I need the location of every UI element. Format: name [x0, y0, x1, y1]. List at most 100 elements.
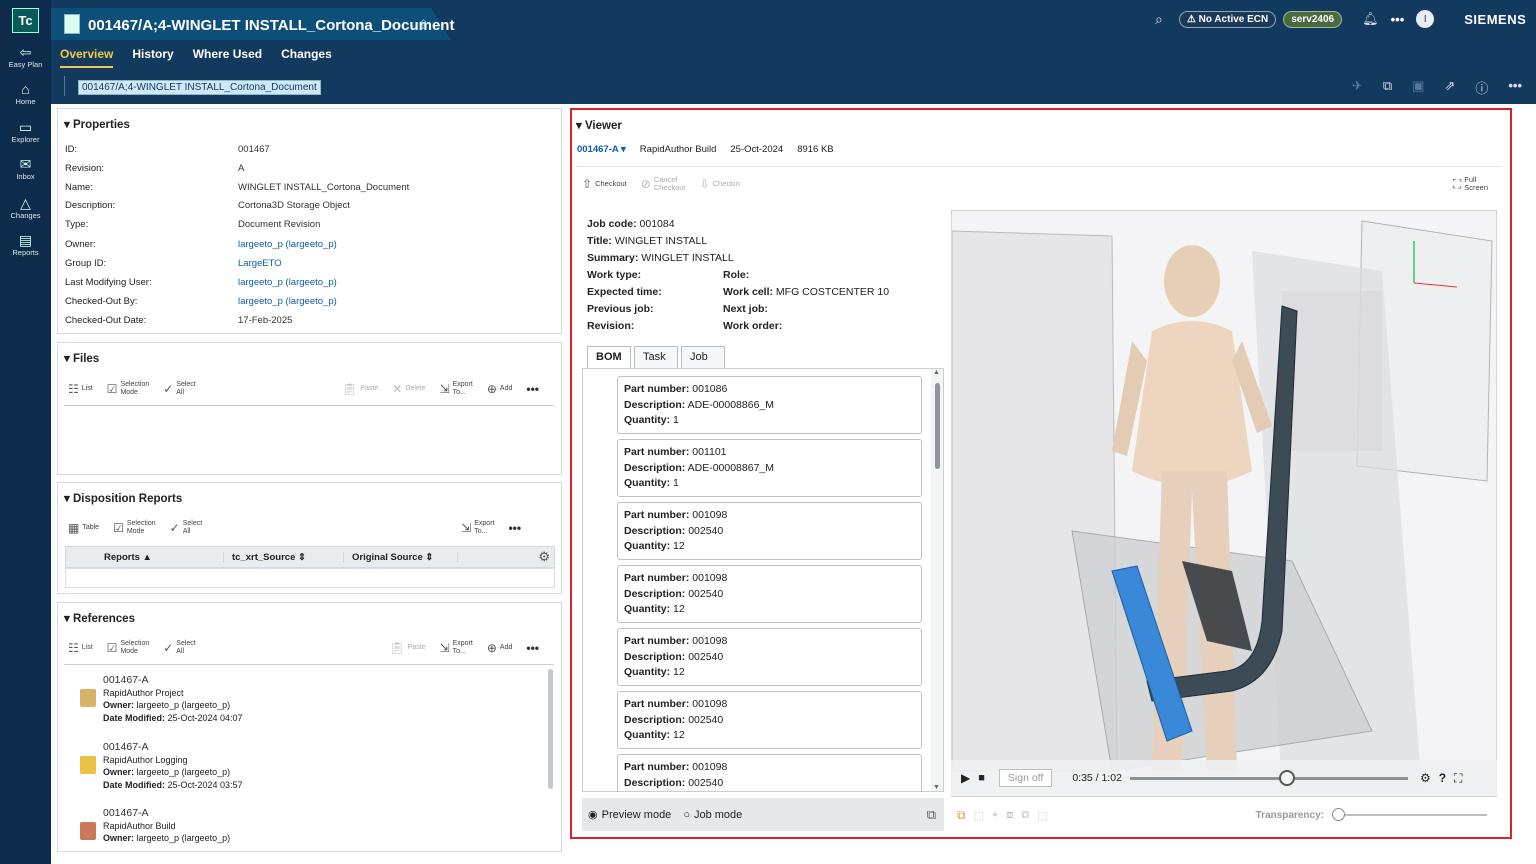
- info-icon[interactable]: ⓘ: [1475, 78, 1488, 97]
- add-button[interactable]: ⊕ Add: [487, 642, 513, 654]
- bom-item[interactable]: Part number: 001098 Description: 002540 Qu…: [617, 565, 922, 623]
- more-icon[interactable]: •••: [1391, 12, 1405, 27]
- export-button[interactable]: ⇲ Export To...: [440, 381, 473, 397]
- search-icon[interactable]: ⌕: [1155, 11, 1163, 28]
- settings-icon[interactable]: ⚙: [1420, 771, 1431, 785]
- slider-handle[interactable]: [1279, 769, 1295, 786]
- bell-icon[interactable]: 🔔︎: [1362, 11, 1379, 27]
- checked-out-by-link[interactable]: largeeto_p (largeeto_p): [238, 296, 337, 307]
- list-item[interactable]: 001467-A RapidAuthor Project Owner: larg…: [103, 674, 243, 724]
- tool-6-icon[interactable]: ⬚: [1037, 809, 1047, 822]
- select-all-button[interactable]: ✓ Select All: [163, 640, 196, 656]
- breadcrumb[interactable]: 001467/A;4-WINGLET INSTALL_Cortona_Docum…: [78, 80, 321, 95]
- tool-2-icon[interactable]: ⬚: [974, 809, 984, 822]
- ecn-badge[interactable]: ⚠ No Active ECN: [1178, 10, 1277, 28]
- stop-icon[interactable]: ■: [978, 772, 985, 784]
- tab-bom[interactable]: BOM: [587, 346, 631, 368]
- scroll-thumb[interactable]: [935, 383, 940, 469]
- tool-4-icon[interactable]: ⧈: [1006, 809, 1013, 822]
- avatar[interactable]: I: [1416, 10, 1435, 28]
- rail-inbox[interactable]: ✉ Inbox: [0, 156, 51, 181]
- owner-link[interactable]: largeeto_p (largeeto_p): [238, 239, 337, 250]
- transparency-slider[interactable]: [1332, 808, 1487, 821]
- server-badge[interactable]: serv2406: [1283, 10, 1343, 28]
- files-header[interactable]: ▾ Files: [64, 351, 99, 365]
- delete-button[interactable]: ✕ Delete: [392, 383, 425, 395]
- copy-icon[interactable]: ⧉: [1383, 78, 1392, 97]
- more-button[interactable]: •••: [526, 642, 539, 654]
- rail-reports[interactable]: ▤ Reports: [0, 232, 51, 257]
- col-original-source[interactable]: Original Source ⇕: [343, 551, 458, 563]
- list-view-button[interactable]: ☷ List: [68, 383, 93, 395]
- tool-5-icon[interactable]: ⧉: [1021, 809, 1029, 822]
- add-button[interactable]: ⊕ Add: [487, 383, 513, 395]
- properties-header[interactable]: ▾ Properties: [64, 117, 130, 131]
- tab-overview[interactable]: Overview: [60, 47, 114, 68]
- rail-home[interactable]: ⌂ Home: [0, 81, 51, 106]
- checkout-button[interactable]: ⇧ Checkout: [582, 178, 627, 190]
- tab-changes[interactable]: Changes: [281, 47, 332, 68]
- more-button[interactable]: •••: [508, 522, 521, 534]
- tab-history[interactable]: History: [132, 47, 173, 68]
- teamcenter-logo[interactable]: Tc: [12, 8, 39, 33]
- settings-icon[interactable]: ⚙: [458, 549, 554, 565]
- selection-mode-button[interactable]: ☑ Selection Mode: [107, 381, 150, 397]
- list-item[interactable]: 001467-A RapidAuthor Build Owner: largee…: [103, 807, 230, 845]
- col-tc-xrt-source[interactable]: tc_xrt_Source ⇕: [223, 551, 343, 563]
- bom-item[interactable]: Part number: 001086 Description: ADE-0000…: [617, 376, 922, 434]
- group-link[interactable]: LargeETO: [238, 258, 282, 269]
- more-button[interactable]: •••: [526, 383, 539, 395]
- scroll-down-icon[interactable]: ▼: [933, 784, 940, 791]
- bom-item[interactable]: Part number: 001098 Description: 002540 Qu…: [617, 502, 922, 560]
- select-all-button[interactable]: ✓ Select All: [163, 381, 196, 397]
- paste-button[interactable]: 📋︎ Paste: [389, 642, 425, 654]
- rail-changes[interactable]: △ Changes: [0, 195, 51, 220]
- 3d-viewport[interactable]: [951, 210, 1497, 797]
- export-button[interactable]: ⇲ Export To...: [461, 520, 494, 536]
- bom-item[interactable]: Part number: 001101 Description: ADE-0000…: [617, 439, 922, 497]
- tab-where-used[interactable]: Where Used: [193, 47, 262, 68]
- col-reports[interactable]: Reports ▲: [66, 552, 223, 563]
- play-icon[interactable]: ▶: [961, 771, 970, 785]
- list-item[interactable]: 001467-A RapidAuthor Logging Owner: larg…: [103, 741, 243, 791]
- rail-explorer[interactable]: ▭ Explorer: [0, 119, 51, 144]
- expand-icon[interactable]: ⧉: [927, 807, 936, 823]
- preview-mode-radio[interactable]: ◉ Preview mode: [588, 808, 671, 822]
- sign-off-button[interactable]: Sign off: [998, 769, 1053, 787]
- tab-task[interactable]: Task: [634, 346, 678, 368]
- playback-slider[interactable]: [1129, 769, 1408, 786]
- select-all-button[interactable]: ✓ Select All: [170, 520, 203, 536]
- job-mode-radio[interactable]: ○ Job mode: [683, 809, 742, 821]
- pin-icon[interactable]: ✈: [1352, 78, 1363, 97]
- full-screen-button[interactable]: ⛶ Full Screen: [1453, 176, 1488, 192]
- tab-job[interactable]: Job: [681, 346, 725, 368]
- references-header[interactable]: ▾ References: [64, 611, 135, 625]
- viewer-header[interactable]: ▾ Viewer: [576, 118, 622, 132]
- help-icon[interactable]: ?: [1439, 771, 1446, 785]
- scroll-up-icon[interactable]: ▲: [933, 369, 940, 376]
- export-button[interactable]: ⇲ Export To...: [440, 640, 473, 656]
- select-tool-icon[interactable]: ⧉: [957, 808, 966, 823]
- open-external-icon[interactable]: ⇗: [1444, 78, 1455, 97]
- paste-button[interactable]: 📋︎ Paste: [342, 383, 378, 395]
- bom-item[interactable]: Part number: 001098 Description: 002540 Qu…: [617, 628, 922, 686]
- tool-3-icon[interactable]: ⌖: [992, 809, 998, 822]
- transparency-handle[interactable]: [1332, 808, 1345, 821]
- share-icon[interactable]: ⇪: [418, 17, 429, 33]
- checkin-button[interactable]: ⇩ Checkin: [700, 178, 740, 190]
- rail-easy-plan[interactable]: ⇦ Easy Plan: [0, 44, 51, 69]
- disposition-header[interactable]: ▾ Disposition Reports: [64, 491, 182, 505]
- revision-dropdown[interactable]: 001467-A ▾: [577, 144, 626, 155]
- more-options-icon[interactable]: •••: [1508, 78, 1522, 97]
- last-modifying-user-link[interactable]: largeeto_p (largeeto_p): [238, 277, 337, 288]
- scrollbar[interactable]: ▲ ▼: [931, 369, 943, 791]
- bom-item[interactable]: Part number: 001098 Description: 002540 Qu…: [617, 691, 922, 749]
- list-view-button[interactable]: ☷ List: [68, 642, 93, 654]
- selection-mode-button[interactable]: ☑ Selection Mode: [107, 640, 150, 656]
- fullscreen-icon[interactable]: ⛶: [1454, 771, 1462, 786]
- cancel-checkout-button[interactable]: ⊘ Cancel Checkout: [641, 176, 686, 192]
- scrollbar[interactable]: [548, 669, 553, 789]
- table-view-button[interactable]: ▦ Table: [68, 522, 99, 534]
- paste-icon[interactable]: ▣: [1412, 78, 1424, 97]
- selection-mode-button[interactable]: ☑ Selection Mode: [113, 520, 156, 536]
